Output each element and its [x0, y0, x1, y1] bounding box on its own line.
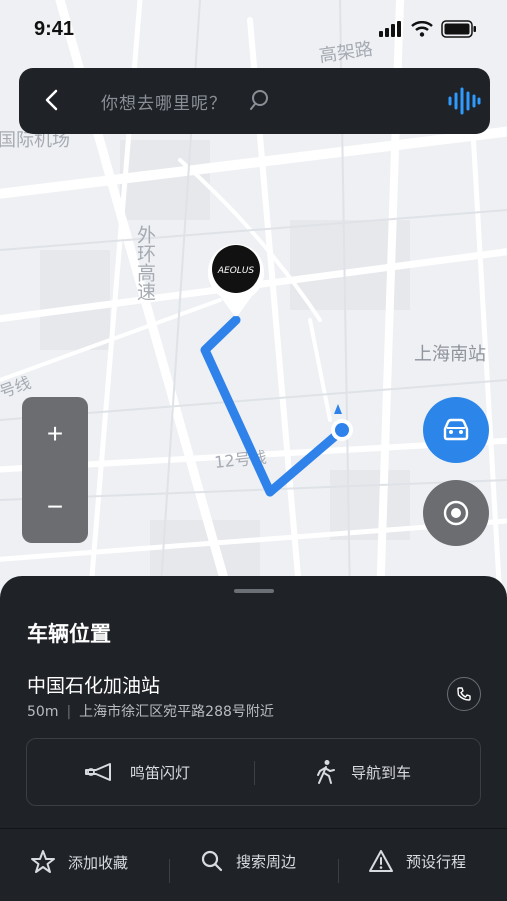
zoom-out-button[interactable]: −: [22, 470, 88, 543]
search-nearby-label: 搜索周边: [236, 852, 297, 871]
zoom-control: + −: [22, 397, 88, 543]
bottom-toolbar: 添加收藏 搜索周边 预设行程: [0, 828, 507, 901]
locate-me-button[interactable]: [423, 480, 489, 546]
map-label-outer-ring: 外环高速: [134, 225, 156, 301]
vehicle-location-button[interactable]: [423, 397, 489, 463]
search-bar[interactable]: 你想去哪里呢？: [19, 68, 490, 134]
brand-logo: AEOLUS: [217, 266, 255, 276]
phone-icon: [457, 687, 471, 701]
sheet-grab-handle[interactable]: [234, 589, 274, 593]
poi-details: 50m | 上海市徐汇区宛平路288号附近: [27, 701, 274, 721]
horn-icon: [85, 763, 111, 781]
preset-trip-button[interactable]: 预设行程: [368, 849, 466, 873]
toolbar-divider: [338, 859, 339, 883]
honk-flash-button[interactable]: 鸣笛闪灯: [84, 739, 190, 805]
battery-icon: [441, 20, 476, 38]
search-icon[interactable]: [249, 88, 273, 112]
poi-name: 中国石化加油站: [27, 675, 161, 697]
poi-address: 上海市徐汇区宛平路288号附近: [79, 704, 274, 720]
add-favorite-button[interactable]: 添加收藏: [30, 849, 128, 875]
search-nearby-button[interactable]: 搜索周边: [200, 849, 296, 873]
add-favorite-label: 添加收藏: [68, 853, 129, 872]
search-icon: [201, 850, 223, 872]
vehicle-actions: 鸣笛闪灯 导航到车: [26, 738, 481, 806]
search-placeholder[interactable]: 你想去哪里呢？: [101, 89, 227, 114]
toolbar-divider: [169, 859, 170, 883]
honk-flash-label: 鸣笛闪灯: [130, 763, 191, 782]
call-button[interactable]: [447, 677, 481, 711]
zoom-in-button[interactable]: +: [22, 397, 88, 470]
navigate-to-car-button[interactable]: 导航到车: [315, 739, 411, 805]
target-icon: [443, 500, 469, 526]
wifi-icon: [411, 21, 433, 37]
navigate-to-car-label: 导航到车: [351, 763, 412, 782]
status-time: 9:41: [34, 18, 75, 40]
warning-icon: [369, 850, 393, 872]
car-icon: [443, 418, 469, 441]
sheet-title: 车辆位置: [27, 622, 111, 646]
walk-icon: [317, 760, 335, 784]
status-bar: 9:41: [0, 0, 507, 62]
back-icon[interactable]: [41, 88, 65, 112]
poi-distance: 50m: [27, 704, 59, 720]
voice-icon[interactable]: [447, 86, 481, 116]
separator: |: [66, 704, 72, 720]
map-label-south-station: 上海南站: [414, 344, 486, 365]
preset-trip-label: 预设行程: [406, 852, 467, 871]
action-divider: [254, 761, 255, 785]
star-icon: [31, 850, 55, 873]
signal-icon: [379, 21, 401, 37]
vehicle-position-sheet: 车辆位置 中国石化加油站 50m | 上海市徐汇区宛平路288号附近 鸣笛闪灯 导航…: [0, 576, 507, 901]
